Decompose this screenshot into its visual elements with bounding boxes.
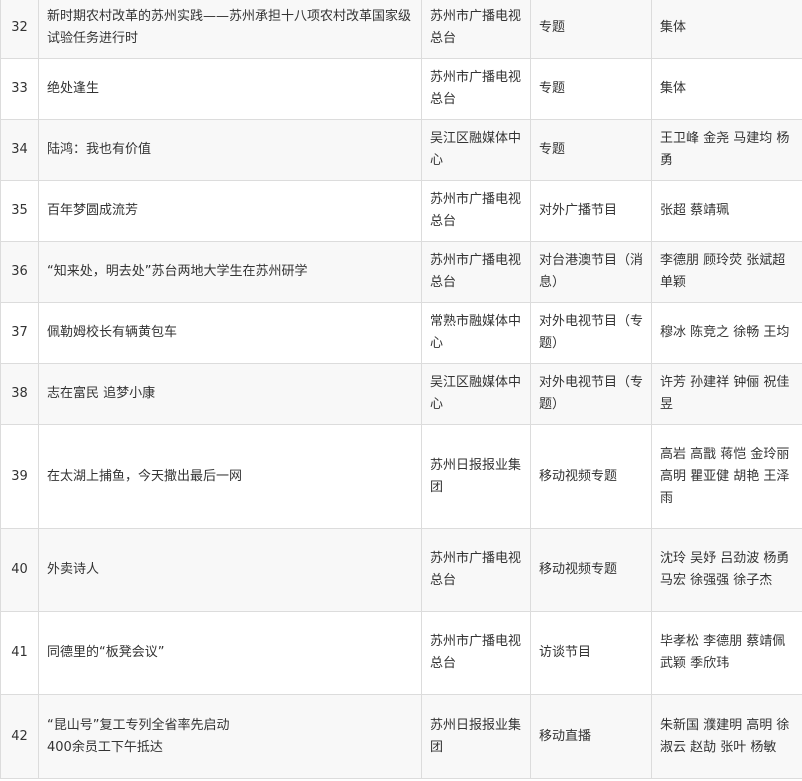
row-number: 37 — [0, 302, 39, 364]
row-number: 40 — [0, 528, 39, 612]
entry-author: 沈玲 吴妤 吕劲波 杨勇 马宏 徐强强 徐子杰 — [651, 528, 802, 612]
row-number: 39 — [0, 424, 39, 529]
entry-title: 志在富民 追梦小康 — [38, 363, 422, 425]
table-row: 33 绝处逢生 苏州市广播电视总台 专题 集体 — [0, 58, 802, 120]
entry-unit: 苏州市广播电视总台 — [421, 180, 531, 242]
entry-unit: 苏州市广播电视总台 — [421, 241, 531, 303]
entry-title: 陆鸿：我也有价值 — [38, 119, 422, 181]
entry-title: 百年梦圆成流芳 — [38, 180, 422, 242]
entry-author: 朱新国 濮建明 高明 徐淑云 赵劼 张叶 杨敏 — [651, 694, 802, 779]
entry-unit: 苏州市广播电视总台 — [421, 611, 531, 695]
row-number: 32 — [0, 0, 39, 59]
row-number: 41 — [0, 611, 39, 695]
entry-type: 对台港澳节目（消息） — [530, 241, 652, 303]
entry-type: 对外广播节目 — [530, 180, 652, 242]
entry-title: 新时期农村改革的苏州实践——苏州承担十八项农村改革国家级试验任务进行时 — [38, 0, 422, 59]
entry-unit: 苏州市广播电视总台 — [421, 58, 531, 120]
entry-type: 移动视频专题 — [530, 528, 652, 612]
award-list-table: 32 新时期农村改革的苏州实践——苏州承担十八项农村改革国家级试验任务进行时 苏… — [0, 0, 802, 779]
table-row: 39 在太湖上捕鱼，今天撒出最后一网 苏州日报报业集团 移动视频专题 高岩 高戬… — [0, 424, 802, 529]
entry-unit: 吴江区融媒体中心 — [421, 119, 531, 181]
entry-author: 穆冰 陈竞之 徐畅 王均 — [651, 302, 802, 364]
entry-author: 李德朋 顾玲荧 张斌超 单颖 — [651, 241, 802, 303]
entry-author: 王卫峰 金尧 马建均 杨勇 — [651, 119, 802, 181]
entry-title: 绝处逢生 — [38, 58, 422, 120]
table-row: 36 “知来处，明去处”苏台两地大学生在苏州研学 苏州市广播电视总台 对台港澳节… — [0, 241, 802, 303]
entry-author: 集体 — [651, 58, 802, 120]
table-row: 42 “昆山号”复工专列全省率先启动 400余员工下午抵达 苏州日报报业集团 移动… — [0, 694, 802, 779]
entry-type: 专题 — [530, 119, 652, 181]
entry-unit: 苏州日报报业集团 — [421, 424, 531, 529]
entry-title: 同德里的“板凳会议” — [38, 611, 422, 695]
entry-title: “知来处，明去处”苏台两地大学生在苏州研学 — [38, 241, 422, 303]
entry-unit: 常熟市融媒体中心 — [421, 302, 531, 364]
table-row: 34 陆鸿：我也有价值 吴江区融媒体中心 专题 王卫峰 金尧 马建均 杨勇 — [0, 119, 802, 181]
entry-unit: 苏州市广播电视总台 — [421, 528, 531, 612]
entry-title: 佩勒姆校长有辆黄包车 — [38, 302, 422, 364]
entry-type: 对外电视节目（专题） — [530, 363, 652, 425]
table-row: 32 新时期农村改革的苏州实践——苏州承担十八项农村改革国家级试验任务进行时 苏… — [0, 0, 802, 59]
row-number: 36 — [0, 241, 39, 303]
row-number: 35 — [0, 180, 39, 242]
entry-unit: 苏州日报报业集团 — [421, 694, 531, 779]
table-row: 40 外卖诗人 苏州市广播电视总台 移动视频专题 沈玲 吴妤 吕劲波 杨勇 马宏 … — [0, 528, 802, 612]
entry-author: 高岩 高戬 蒋恺 金玲丽 高明 瞿亚健 胡艳 王泽雨 — [651, 424, 802, 529]
entry-author: 集体 — [651, 0, 802, 59]
entry-author: 张超 蔡靖珮 — [651, 180, 802, 242]
table-row: 38 志在富民 追梦小康 吴江区融媒体中心 对外电视节目（专题） 许芳 孙建祥 … — [0, 363, 802, 425]
table-row: 35 百年梦圆成流芳 苏州市广播电视总台 对外广播节目 张超 蔡靖珮 — [0, 180, 802, 242]
table-row: 41 同德里的“板凳会议” 苏州市广播电视总台 访谈节目 毕孝松 李德朋 蔡靖佩… — [0, 611, 802, 695]
row-number: 33 — [0, 58, 39, 120]
entry-type: 专题 — [530, 0, 652, 59]
row-number: 38 — [0, 363, 39, 425]
row-number: 34 — [0, 119, 39, 181]
entry-title: 在太湖上捕鱼，今天撒出最后一网 — [38, 424, 422, 529]
entry-unit: 吴江区融媒体中心 — [421, 363, 531, 425]
entry-type: 移动视频专题 — [530, 424, 652, 529]
entry-type: 访谈节目 — [530, 611, 652, 695]
entry-type: 专题 — [530, 58, 652, 120]
row-number: 42 — [0, 694, 39, 779]
entry-type: 移动直播 — [530, 694, 652, 779]
entry-type: 对外电视节目（专题） — [530, 302, 652, 364]
table-row: 37 佩勒姆校长有辆黄包车 常熟市融媒体中心 对外电视节目（专题） 穆冰 陈竞之… — [0, 302, 802, 364]
entry-unit: 苏州市广播电视总台 — [421, 0, 531, 59]
entry-author: 毕孝松 李德朋 蔡靖佩 武颖 季欣玮 — [651, 611, 802, 695]
entry-title: 外卖诗人 — [38, 528, 422, 612]
entry-title: “昆山号”复工专列全省率先启动 400余员工下午抵达 — [38, 694, 422, 779]
entry-author: 许芳 孙建祥 钟俪 祝佳昱 — [651, 363, 802, 425]
